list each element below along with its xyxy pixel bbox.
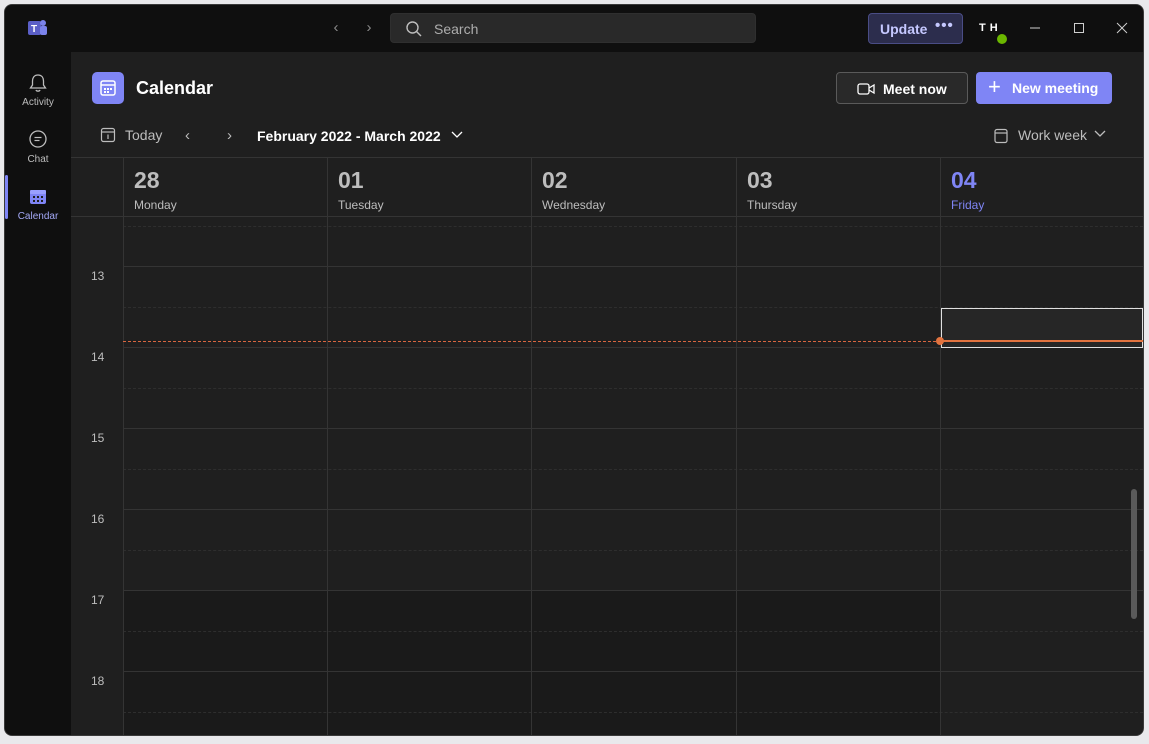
search-input[interactable]: Search (390, 13, 756, 43)
day-column-monday[interactable] (123, 217, 327, 735)
search-placeholder: Search (434, 21, 479, 37)
day-header-friday[interactable]: 04 Friday (940, 158, 1143, 217)
search-icon (406, 21, 422, 37)
meet-now-label: Meet now (883, 81, 947, 97)
day-column-wednesday[interactable] (531, 217, 736, 735)
day-header-row: 28 Monday 01 Tuesday 02 Wednesday 03 Thu… (71, 157, 1143, 217)
today-calendar-icon (100, 127, 116, 143)
day-column-friday[interactable] (940, 217, 1143, 735)
day-name: Monday (134, 198, 177, 212)
rail-item-label: Activity (22, 97, 54, 108)
close-icon[interactable] (1112, 19, 1132, 37)
plus-icon: + (988, 74, 1001, 99)
day-number: 03 (747, 167, 773, 193)
hour-label: 15 (91, 431, 105, 445)
calendar-app-icon (92, 72, 124, 104)
chevron-down-icon[interactable] (450, 127, 464, 141)
day-name: Tuesday (338, 198, 384, 212)
chevron-down-icon (1094, 130, 1106, 137)
status-available-icon (996, 33, 1008, 45)
minimize-icon[interactable] (1025, 19, 1045, 37)
hour-label: 14 (91, 350, 105, 364)
day-number: 28 (134, 167, 160, 193)
new-meeting-button[interactable]: + New meeting (976, 72, 1112, 104)
day-header-thursday[interactable]: 03 Thursday (736, 158, 940, 217)
app-rail: Activity Chat Calendar (5, 52, 71, 735)
new-meeting-label: New meeting (1012, 80, 1099, 96)
hour-label: 13 (91, 269, 105, 283)
update-label: Update (880, 21, 928, 37)
calendar-icon (30, 190, 46, 204)
avatar[interactable]: TH (974, 18, 1008, 45)
previous-week-icon[interactable]: ‹ (185, 127, 199, 144)
day-number: 01 (338, 167, 364, 193)
today-label: Today (125, 127, 163, 143)
teams-window: T ‹ › Search Update ••• TH Activity Chat… (5, 5, 1143, 735)
calendar-grid: 28 Monday 01 Tuesday 02 Wednesday 03 Thu… (71, 157, 1143, 735)
hours-grid: 13 14 15 16 17 18 (71, 217, 1143, 735)
rail-item-calendar[interactable]: Calendar (5, 174, 71, 228)
rail-item-chat[interactable]: Chat (5, 117, 71, 171)
calendar-toolbar: Today ‹ › February 2022 - March 2022 Wor… (71, 114, 1143, 156)
day-column-thursday[interactable] (736, 217, 940, 735)
day-column-tuesday[interactable] (327, 217, 531, 735)
forward-arrow-icon[interactable]: › (361, 20, 377, 36)
rail-item-label: Calendar (17, 211, 59, 222)
current-time-line (123, 341, 941, 342)
vertical-scrollbar[interactable] (1131, 489, 1137, 619)
svg-text:T: T (31, 24, 37, 35)
day-header-tuesday[interactable]: 01 Tuesday (327, 158, 531, 217)
day-name: Friday (951, 198, 985, 212)
calendar-main: Calendar Meet now + New meeting Today ‹ (71, 52, 1143, 735)
meet-now-button[interactable]: Meet now (836, 72, 968, 104)
selected-time-slot[interactable] (941, 308, 1143, 348)
more-options-icon: ••• (935, 17, 954, 34)
day-name: Thursday (747, 198, 798, 212)
day-number: 02 (542, 167, 568, 193)
bell-icon (29, 74, 47, 92)
back-arrow-icon[interactable]: ‹ (328, 20, 344, 36)
day-header-wednesday[interactable]: 02 Wednesday (531, 158, 736, 217)
hour-label: 16 (91, 512, 105, 526)
page-title: Calendar (136, 78, 214, 98)
date-range-label[interactable]: February 2022 - March 2022 (257, 128, 441, 144)
hour-label: 17 (91, 593, 105, 607)
video-camera-icon (857, 83, 875, 95)
rail-item-activity[interactable]: Activity (5, 60, 71, 114)
update-button[interactable]: Update ••• (868, 13, 963, 44)
calendar-icon (100, 80, 116, 96)
next-week-icon[interactable]: › (227, 127, 241, 144)
chat-icon (29, 130, 47, 148)
view-calendar-icon (994, 128, 1008, 144)
current-time-marker (936, 337, 944, 345)
day-header-monday[interactable]: 28 Monday (123, 158, 327, 217)
view-label: Work week (1018, 127, 1087, 143)
maximize-icon[interactable] (1069, 19, 1089, 37)
current-time-line-today (941, 340, 1143, 342)
rail-item-label: Chat (27, 154, 49, 165)
teams-logo-icon[interactable]: T (26, 17, 48, 39)
hour-label: 18 (91, 674, 105, 688)
day-name: Wednesday (542, 198, 606, 212)
day-number: 04 (951, 167, 977, 193)
avatar-initials: TH (979, 22, 1002, 34)
title-bar: T ‹ › Search Update ••• TH (5, 5, 1143, 52)
